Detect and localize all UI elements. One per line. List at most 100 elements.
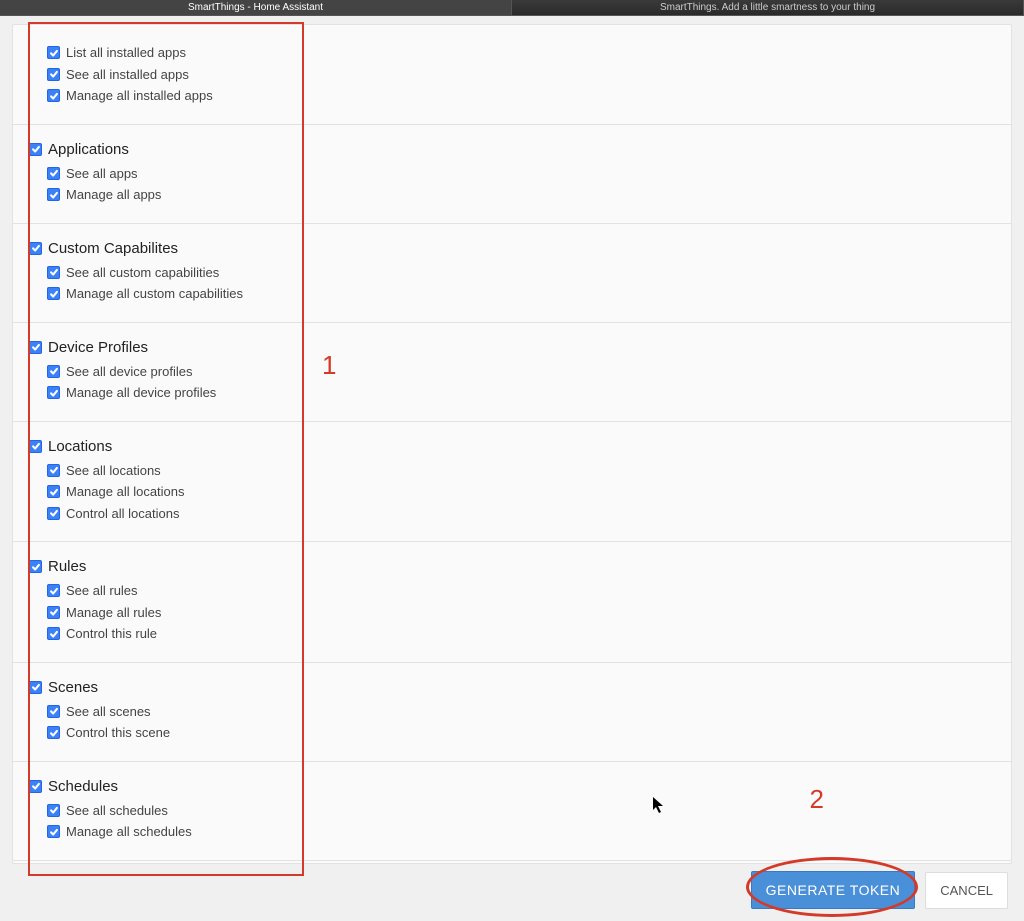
section-checkbox[interactable] [29,242,42,255]
permission-item: See all rules [47,581,995,601]
permission-item-label: See all device profiles [66,362,192,382]
permission-section: Applications See all appsManage all apps [13,125,1011,224]
permission-section: Rules See all rulesManage all rulesContro… [13,542,1011,663]
permission-section: Custom Capabilites See all custom capabil… [13,224,1011,323]
section-title: Scenes [48,679,98,696]
item-checkbox[interactable] [47,287,60,300]
permission-section: Scenes See all scenesControl this scene [13,663,1011,762]
section-items: See all schedulesManage all schedules [29,801,995,842]
permission-item: Manage all device profiles [47,383,995,403]
permission-item-label: Manage all schedules [66,822,192,842]
footer-actions: GENERATE TOKEN CANCEL [751,871,1008,909]
permission-item: See all apps [47,164,995,184]
section-title: Locations [48,438,112,455]
permission-item: List all installed apps [47,43,995,63]
main-content: List all installed appsSee all installed… [0,16,1024,921]
permission-item-label: See all apps [66,164,138,184]
section-items: See all rulesManage all rulesControl thi… [29,581,995,644]
item-checkbox[interactable] [47,46,60,59]
permission-item: See all schedules [47,801,995,821]
section-header: Locations [29,438,995,455]
permission-section: List all installed appsSee all installed… [13,25,1011,125]
permission-item: See all scenes [47,702,995,722]
generate-token-button[interactable]: GENERATE TOKEN [751,871,916,909]
section-title: Rules [48,558,86,575]
cancel-button[interactable]: CANCEL [925,872,1008,909]
section-items: List all installed appsSee all installed… [29,43,995,106]
section-header: Device Profiles [29,339,995,356]
permission-item: Manage all installed apps [47,86,995,106]
item-checkbox[interactable] [47,485,60,498]
section-title: Device Profiles [48,339,148,356]
permission-section: NotificationsControl all notifications [13,861,1011,865]
browser-tab-active[interactable]: SmartThings - Home Assistant [0,0,512,15]
section-header: Applications [29,141,995,158]
section-checkbox[interactable] [29,780,42,793]
item-checkbox[interactable] [47,266,60,279]
section-header: Rules [29,558,995,575]
permission-item-label: See all custom capabilities [66,263,219,283]
item-checkbox[interactable] [47,386,60,399]
permission-item: Manage all locations [47,482,995,502]
section-header: Scenes [29,679,995,696]
section-items: See all device profilesManage all device… [29,362,995,403]
section-title: Custom Capabilites [48,240,178,257]
section-checkbox[interactable] [29,440,42,453]
item-checkbox[interactable] [47,68,60,81]
item-checkbox[interactable] [47,606,60,619]
section-title: Schedules [48,778,118,795]
permission-section: Locations See all locationsManage all loc… [13,422,1011,543]
permission-item-label: Manage all rules [66,603,161,623]
permission-item-label: See all scenes [66,702,151,722]
permission-item: Manage all schedules [47,822,995,842]
permission-section: Device Profiles See all device profilesMa… [13,323,1011,422]
permission-item: Control this scene [47,723,995,743]
permission-item-label: Control this scene [66,723,170,743]
permission-item-label: See all locations [66,461,161,481]
section-checkbox[interactable] [29,681,42,694]
permission-item: See all locations [47,461,995,481]
permission-item-label: Control all locations [66,504,179,524]
section-header: Schedules [29,778,995,795]
item-checkbox[interactable] [47,188,60,201]
browser-tab-inactive[interactable]: SmartThings. Add a little smartness to y… [512,0,1024,15]
item-checkbox[interactable] [47,627,60,640]
item-checkbox[interactable] [47,804,60,817]
item-checkbox[interactable] [47,507,60,520]
permission-item-label: Manage all device profiles [66,383,216,403]
section-items: See all custom capabilitiesManage all cu… [29,263,995,304]
permissions-panel: List all installed appsSee all installed… [12,24,1012,864]
permission-item-label: Manage all custom capabilities [66,284,243,304]
permission-item-label: Control this rule [66,624,157,644]
permission-item: See all device profiles [47,362,995,382]
section-checkbox[interactable] [29,341,42,354]
item-checkbox[interactable] [47,365,60,378]
item-checkbox[interactable] [47,825,60,838]
permission-item: Manage all rules [47,603,995,623]
item-checkbox[interactable] [47,464,60,477]
section-items: See all locationsManage all locationsCon… [29,461,995,524]
section-items: See all appsManage all apps [29,164,995,205]
section-header: Custom Capabilites [29,240,995,257]
item-checkbox[interactable] [47,726,60,739]
permission-item: See all custom capabilities [47,263,995,283]
permission-item-label: Manage all apps [66,185,161,205]
permission-item: See all installed apps [47,65,995,85]
item-checkbox[interactable] [47,89,60,102]
permission-item: Manage all apps [47,185,995,205]
browser-tab-bar: SmartThings - Home Assistant SmartThings… [0,0,1024,16]
permission-item-label: See all rules [66,581,138,601]
section-checkbox[interactable] [29,560,42,573]
permission-item-label: Manage all installed apps [66,86,213,106]
permission-item-label: See all installed apps [66,65,189,85]
section-items: See all scenesControl this scene [29,702,995,743]
permission-item-label: See all schedules [66,801,168,821]
item-checkbox[interactable] [47,584,60,597]
section-title: Applications [48,141,129,158]
item-checkbox[interactable] [47,705,60,718]
permission-item: Control this rule [47,624,995,644]
permission-item: Control all locations [47,504,995,524]
item-checkbox[interactable] [47,167,60,180]
section-checkbox[interactable] [29,143,42,156]
permission-item-label: Manage all locations [66,482,185,502]
